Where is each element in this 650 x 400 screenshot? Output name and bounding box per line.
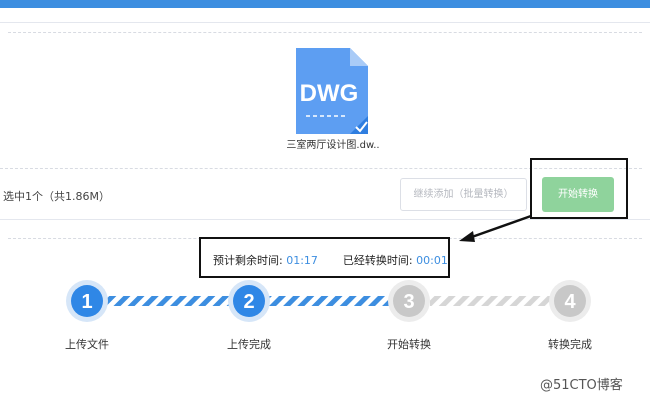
add-more-button[interactable]: 继续添加（批量转换） [400, 178, 527, 211]
step-4-number: 4 [564, 291, 576, 313]
step-2-label: 上传完成 [227, 338, 271, 351]
step-2-number: 2 [243, 291, 254, 313]
progress-steps: 1 2 3 4 [66, 280, 591, 322]
divider [8, 32, 642, 33]
progress-bar-2-3 [265, 296, 400, 306]
elapsed-label: 已经转换时间: [342, 254, 413, 267]
step-4-label: 转换完成 [548, 338, 592, 351]
elapsed-time: 00:01 [416, 254, 448, 267]
arrow-annotation [459, 214, 532, 242]
selected-count: 选中1个（共1.86M） [3, 190, 110, 203]
progress-bar-3-4 [430, 296, 560, 306]
step-3-number: 3 [403, 291, 414, 313]
remaining-label: 预计剩余时间: [213, 254, 283, 267]
file-type-label: DWG [300, 80, 359, 107]
watermark: @51CTO博客 [540, 378, 623, 393]
step-3-label: 开始转换 [387, 338, 431, 351]
file-name: 三室两厅设计图.dw.. [286, 140, 380, 151]
remaining-time: 01:17 [286, 254, 318, 267]
step-1-label: 上传文件 [65, 338, 109, 351]
dwg-file-icon[interactable]: DWG [296, 48, 368, 134]
timer-row: 预计剩余时间: 01:17 已经转换时间: 00:01 [213, 252, 448, 268]
step-1-number: 1 [81, 291, 92, 313]
top-accent-bar [0, 0, 650, 8]
progress-bar-1-2 [100, 296, 240, 306]
highlight-box [530, 158, 628, 219]
